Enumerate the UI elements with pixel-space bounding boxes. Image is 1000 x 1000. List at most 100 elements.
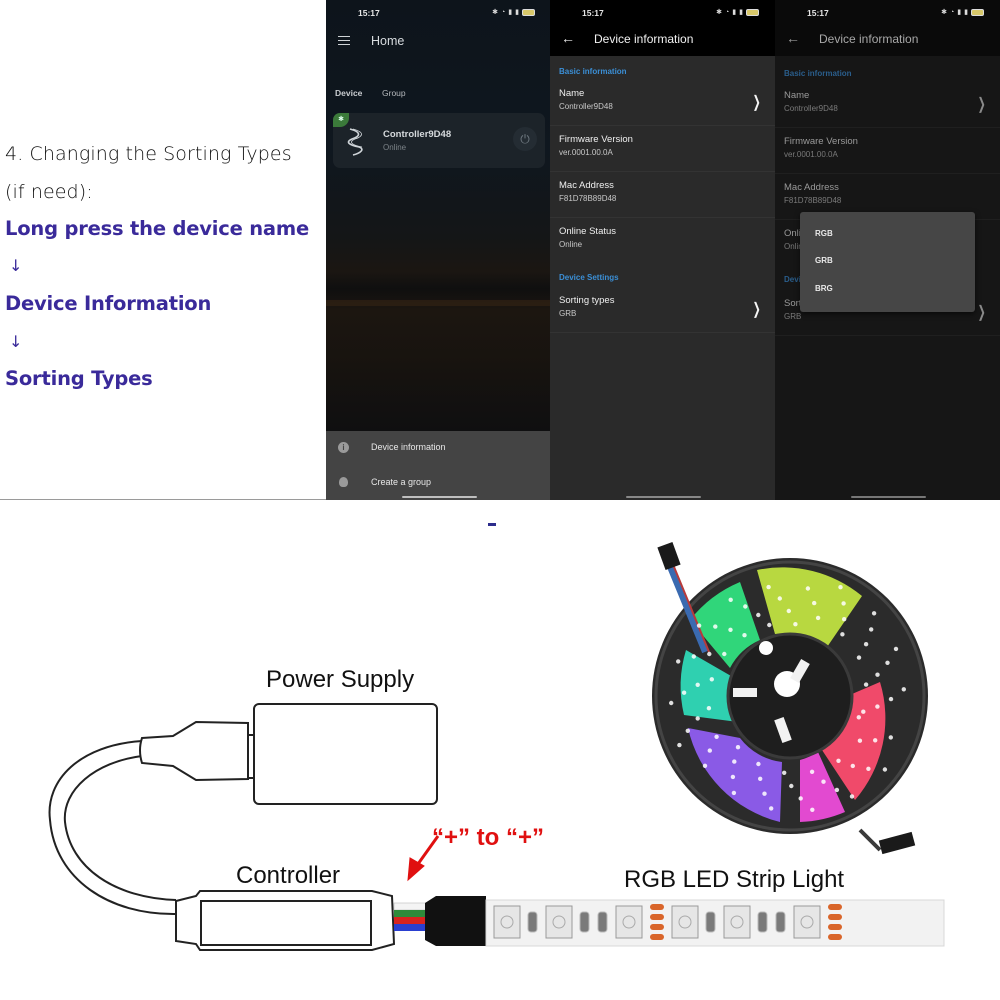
reel-led-dot	[762, 791, 767, 796]
polarity-note: “+” to “+”	[432, 824, 545, 851]
row-sorting-types[interactable]: Sorting types GRB ❯	[550, 288, 775, 333]
status-icons: ✱ ◔ ▮ ▮	[492, 8, 535, 16]
reel-led-dot	[798, 796, 803, 801]
back-arrow-icon[interactable]: ←	[786, 30, 800, 46]
status-time: 15:17	[582, 8, 604, 18]
page-title: Device information	[819, 32, 919, 46]
row-value: ver.0001.00.0A	[559, 148, 613, 157]
menu-item-label: Create a group	[371, 477, 432, 487]
row-label: Firmware Version	[559, 134, 633, 145]
tab-device[interactable]: Device	[335, 88, 362, 98]
controller-panel	[200, 900, 372, 946]
led-chip	[615, 905, 643, 939]
reel-led-dot	[863, 682, 869, 687]
solder-pad	[650, 914, 664, 920]
row-value: F81D78B89D48	[784, 196, 842, 205]
reel-led-dot	[695, 716, 700, 721]
reel-led-dot	[696, 623, 702, 628]
section-device-settings: Device Settings	[559, 273, 619, 282]
reel-led-dot	[685, 728, 690, 733]
reel-led-dot	[863, 642, 869, 647]
tab-group[interactable]: Group	[382, 88, 406, 98]
wire-green	[394, 910, 429, 917]
wiring-diagram: Power Supply Controller RGB LED Strip Li…	[0, 500, 1000, 1000]
page-title: Home	[371, 34, 405, 48]
reel-led-dot	[695, 682, 700, 687]
device-card[interactable]: ✱ Controller9D48 Online ⏻	[333, 113, 545, 168]
row-label: Sorting types	[559, 295, 615, 306]
power-icon[interactable]: ⏻	[513, 127, 537, 151]
solder-pad	[650, 924, 664, 930]
reel-led-dot	[732, 759, 737, 764]
phone-sorting-dropdown-screen: 15:17 ✱ ◔ ▮ ▮ ← Device information Basic…	[775, 0, 1000, 500]
led-strip	[485, 899, 945, 947]
reel-led-dot	[885, 660, 890, 665]
row-label: Name	[784, 90, 810, 101]
bluetooth-icon: ✱	[716, 9, 723, 16]
step-long-press: Long press the device name	[5, 217, 310, 240]
back-arrow-icon[interactable]: ←	[561, 30, 575, 46]
row-firmware-version: Firmware Version ver.0001.00.0A	[550, 127, 775, 172]
battery-icon	[746, 8, 759, 16]
row-value: F81D78B89D48	[559, 194, 617, 203]
rgb-wires	[393, 902, 430, 931]
row-label: Mac Address	[784, 182, 839, 193]
gesture-bar[interactable]	[850, 496, 926, 498]
resistor	[527, 911, 538, 933]
row-name[interactable]: Name Controller9D48 ❯	[550, 81, 775, 126]
option-grb[interactable]: GRB	[815, 256, 833, 265]
sorting-type-dropdown: RGB GRB BRG	[800, 212, 975, 312]
row-name[interactable]: Name Controller9D48 ❯	[775, 83, 1000, 128]
reel-led-dot	[731, 790, 737, 796]
option-rgb[interactable]: RGB	[815, 229, 833, 238]
status-bar: 15:17 ✱ ◔ ▮ ▮	[775, 0, 1000, 26]
menu-item-device-information[interactable]: i Device information	[326, 431, 551, 465]
hamburger-menu-icon[interactable]	[338, 36, 350, 45]
resistor	[579, 911, 590, 933]
reel-led-dot	[735, 745, 741, 750]
status-icons: ✱ ◔ ▮ ▮	[941, 8, 984, 16]
reel-led-dot	[767, 622, 772, 628]
reel-led-dot	[866, 766, 871, 771]
option-brg[interactable]: BRG	[815, 284, 833, 293]
led-strip-label: RGB LED Strip Light	[624, 866, 845, 893]
row-value: GRB	[784, 312, 802, 321]
solder-pad	[828, 904, 842, 910]
resistor	[757, 911, 768, 933]
step-sorting-types: Sorting Types	[5, 367, 153, 390]
reel-led-dot	[861, 709, 866, 714]
reel-led-dot	[728, 627, 733, 632]
bulb-icon	[339, 477, 348, 487]
reel-led-dot	[777, 596, 782, 601]
status-bar: 15:17 ✱ ◔ ▮ ▮	[550, 0, 775, 26]
wallpaper	[326, 0, 551, 431]
signal-icon: ▮	[508, 9, 513, 16]
signal-icon: ▮	[739, 9, 743, 16]
reel-led-dot	[743, 604, 748, 609]
status-time: 15:17	[358, 8, 380, 18]
signal-icon: ▮	[964, 9, 968, 16]
gesture-bar[interactable]	[625, 496, 701, 498]
row-value: Online	[559, 240, 583, 249]
gesture-bar[interactable]	[401, 496, 477, 498]
reel-led-dot	[893, 646, 899, 652]
section-basic-information: Basic information	[559, 67, 627, 76]
reel-led-dot	[821, 779, 826, 784]
reel-led-dot	[834, 787, 840, 793]
reel-led-dot	[702, 763, 708, 768]
menu-item-create-group[interactable]: Create a group	[326, 466, 551, 500]
reel-led-dot	[857, 738, 863, 743]
reel-led-dot	[691, 654, 696, 659]
power-supply-box	[253, 703, 438, 805]
reel-led-dot	[869, 627, 874, 632]
reel-led-dot	[676, 659, 681, 664]
reel-led-dot	[769, 806, 774, 811]
reel-led-dot	[838, 585, 843, 590]
reel-led-dot	[873, 738, 878, 743]
reel-led-dot	[810, 807, 815, 812]
reel-led-dot	[888, 735, 893, 740]
status-icons: ✱ ◔ ▮ ▮	[716, 8, 759, 16]
app-bar: ← Device information	[550, 26, 775, 56]
reel-led-dot	[756, 612, 761, 618]
led-chip	[493, 905, 521, 939]
